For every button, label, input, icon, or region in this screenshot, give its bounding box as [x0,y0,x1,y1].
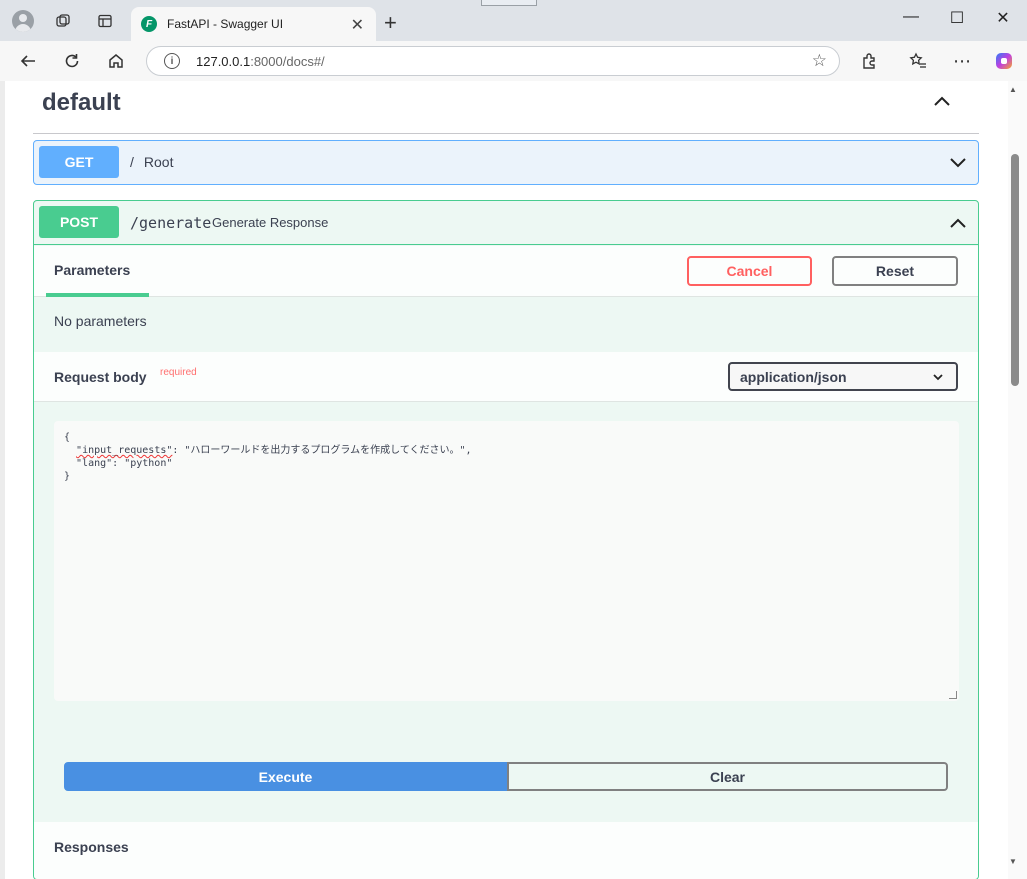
scroll-up-icon[interactable]: ▲ [1009,85,1017,94]
refresh-icon[interactable] [60,49,84,73]
post-generate-operation: POST /generate Generate Response Paramet… [33,200,979,879]
post-method-badge: POST [39,206,119,238]
tab-title: FastAPI - Swagger UI [167,17,284,31]
favorite-star-icon[interactable]: ☆ [812,51,827,71]
tab-parameters[interactable]: Parameters [54,262,130,278]
json-key-input-requests: "input_requests" [76,445,173,456]
get-root-operation[interactable]: GET / Root [33,140,979,185]
maximize-icon[interactable]: ☐ [942,8,972,28]
site-info-icon[interactable]: i [164,53,180,69]
page-viewport: default GET / Root POST /generate Generat… [0,81,1027,879]
chevron-up-icon[interactable] [932,91,952,111]
profile-icon[interactable] [12,10,34,32]
get-operation-summary: Root [143,154,174,170]
address-bar[interactable]: i 127.0.0.1:8000/docs#/ ☆ [146,46,840,76]
home-icon[interactable] [104,49,128,73]
request-body-header: Request body required application/json [34,352,978,402]
content-type-value: application/json [740,368,847,385]
required-badge: required [160,367,197,378]
back-icon[interactable] [16,49,40,73]
close-window-icon[interactable]: ✕ [988,8,1018,28]
post-operation-header[interactable]: POST /generate Generate Response [34,201,978,245]
cancel-button[interactable]: Cancel [687,256,812,286]
responses-label: Responses [54,839,129,855]
content-type-select[interactable]: application/json [728,362,958,391]
chevron-down-icon [933,374,943,381]
execute-button[interactable]: Execute [64,762,507,791]
window-snap-indicator [481,0,537,6]
resize-handle-icon[interactable] [949,691,957,699]
post-operation-path: /generate [130,214,212,232]
tab-actions-icon[interactable] [94,10,116,32]
tag-heading[interactable]: default [42,89,121,117]
page-left-edge [0,81,5,879]
minimize-icon[interactable]: — [896,8,926,26]
fastapi-favicon-icon: F [141,16,157,32]
scrollbar-thumb[interactable] [1011,154,1019,386]
tag-divider [33,133,979,134]
request-body-label: Request body [54,369,147,385]
chevron-up-icon[interactable] [948,213,968,233]
extensions-icon[interactable] [857,49,881,73]
workspaces-icon[interactable] [52,10,74,32]
reset-button[interactable]: Reset [832,256,958,286]
browser-toolbar: i 127.0.0.1:8000/docs#/ ☆ ⋯ [0,41,1027,81]
active-tab-underline [46,293,149,297]
clear-button[interactable]: Clear [507,762,948,791]
post-operation-summary: Generate Response [212,215,329,230]
scroll-down-icon[interactable]: ▼ [1009,857,1017,866]
execute-controls: Execute Clear [64,762,948,792]
no-parameters-text: No parameters [54,313,147,329]
close-tab-icon[interactable]: ✕ [351,15,364,35]
chevron-down-icon[interactable] [948,153,968,173]
url-text: 127.0.0.1:8000/docs#/ [196,53,325,69]
copilot-icon[interactable] [992,49,1016,73]
favorites-icon[interactable] [906,49,930,73]
browser-tab-strip: F FastAPI - Swagger UI ✕ + — ☐ ✕ [0,0,1027,41]
more-menu-icon[interactable]: ⋯ [950,49,974,73]
browser-tab-active[interactable]: F FastAPI - Swagger UI ✕ [131,7,376,41]
get-operation-path: / Root [130,154,174,170]
parameters-section-header: Parameters Cancel Reset [34,246,978,297]
responses-section-header: Responses [34,822,978,879]
get-method-badge: GET [39,146,119,178]
request-body-editor[interactable]: { "input_requests": "ハローワールドを出力するプログラムを作… [54,421,959,701]
new-tab-icon[interactable]: + [384,10,397,36]
